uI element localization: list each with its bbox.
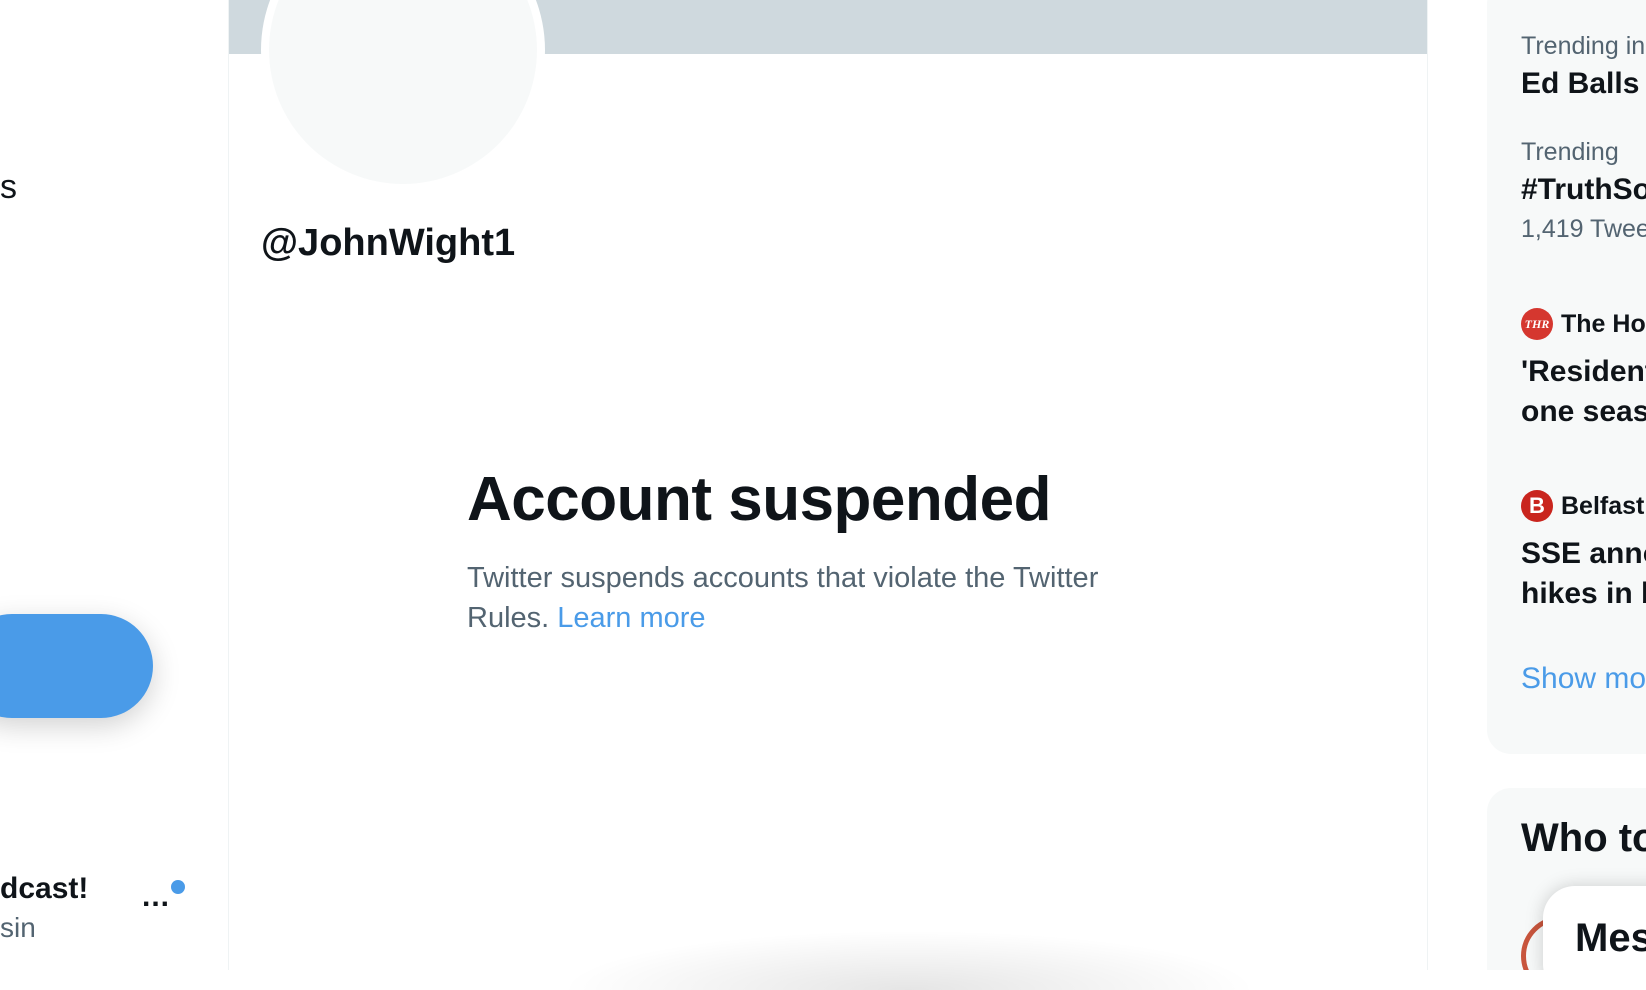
account-handle: sin: [0, 912, 36, 943]
more-icon[interactable]: ...: [142, 880, 170, 914]
tweet-button[interactable]: [0, 614, 153, 718]
news-source-logo-icon: THR: [1521, 308, 1553, 340]
suspended-title: Account suspended: [467, 465, 1052, 534]
suspended-notice: Account suspended Twitter suspends accou…: [467, 462, 1167, 638]
news-title: SSE anno hikes in b: [1521, 534, 1646, 614]
news-title-line: 'Resident: [1521, 355, 1646, 388]
profile-handle: @JohnWight1: [261, 222, 516, 264]
messages-drawer[interactable]: Mes: [1543, 886, 1646, 970]
account-switcher[interactable]: dcast! sin ...: [0, 860, 200, 943]
news-title: 'Resident one seas: [1521, 352, 1646, 432]
account-name: dcast!: [0, 872, 89, 905]
news-title-line: hikes in b: [1521, 577, 1646, 610]
learn-more-link[interactable]: Learn more: [557, 602, 705, 634]
news-source-name: The Ho: [1561, 309, 1646, 338]
left-sidebar: s dcast! sin ...: [0, 0, 228, 970]
notification-dot: [171, 880, 185, 894]
trends-card: Trending in Ed Balls Trending #TruthSo 1…: [1487, 0, 1646, 754]
bottom-shadow: [559, 930, 1259, 990]
who-to-follow-title: Who to: [1521, 816, 1646, 860]
suspended-description: Twitter suspends accounts that violate t…: [467, 558, 1167, 638]
trend-meta: Trending: [1521, 138, 1619, 166]
news-title-line: one seas: [1521, 395, 1646, 428]
right-sidebar: Trending in Ed Balls Trending #TruthSo 1…: [1487, 0, 1646, 970]
trend-item[interactable]: Trending #TruthSo 1,419 Twee: [1521, 138, 1646, 244]
news-source: B Belfast: [1521, 490, 1646, 522]
trend-meta: Trending in: [1521, 32, 1646, 60]
trend-count: 1,419 Twee: [1521, 215, 1646, 243]
trend-item[interactable]: Trending in Ed Balls: [1521, 32, 1645, 101]
show-more-link[interactable]: Show mo: [1521, 662, 1646, 696]
news-item[interactable]: THR The Ho 'Resident one seas: [1521, 308, 1646, 432]
messages-label: Mes: [1575, 916, 1646, 960]
news-title-line: SSE anno: [1521, 537, 1646, 570]
trend-title: Ed Balls: [1521, 67, 1640, 100]
nav-item-label[interactable]: s: [0, 168, 17, 207]
news-source-logo-icon: B: [1521, 490, 1553, 522]
main-column: @JohnWight1 Account suspended Twitter su…: [228, 0, 1428, 990]
news-item[interactable]: B Belfast SSE anno hikes in b: [1521, 490, 1646, 614]
news-source-name: Belfast: [1561, 491, 1645, 520]
trend-title: #TruthSo: [1521, 173, 1646, 206]
news-source: THR The Ho: [1521, 308, 1646, 340]
